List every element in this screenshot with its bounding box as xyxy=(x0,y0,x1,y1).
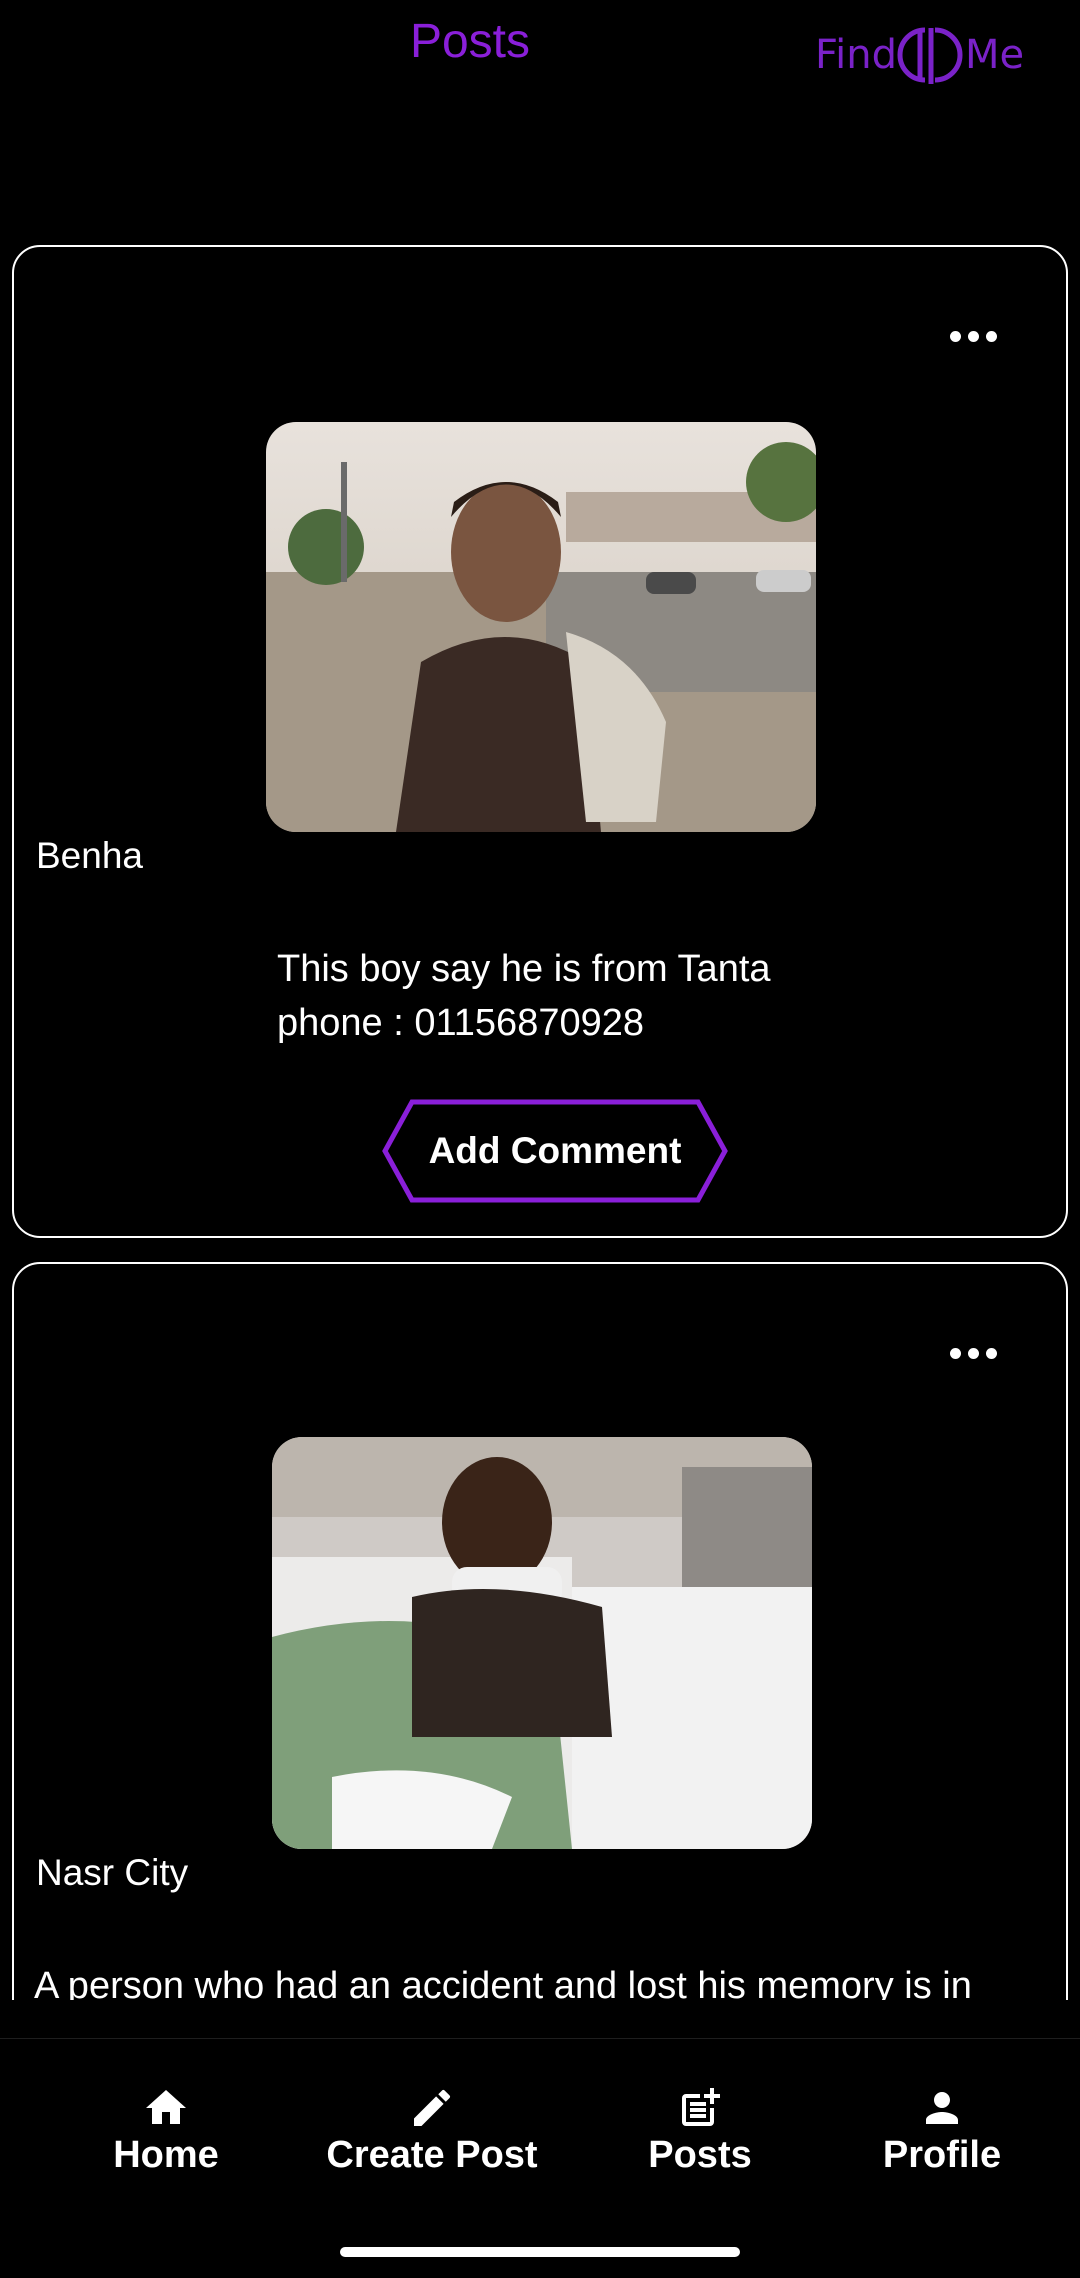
app-bar: Posts Find Me xyxy=(0,0,1080,110)
posts-feed[interactable]: Benha This boy say he is from Tanta phon… xyxy=(0,200,1080,2000)
more-options-icon[interactable] xyxy=(944,317,1004,357)
description-line: This boy say he is from Tanta xyxy=(277,948,771,990)
add-comment-button[interactable]: Add Comment xyxy=(382,1099,728,1203)
post-photo xyxy=(266,422,816,832)
post-location: Benha xyxy=(36,835,143,876)
home-icon xyxy=(146,2090,186,2124)
nav-label: Profile xyxy=(882,2134,1002,2176)
post-card: Nasr City A person who had an accident a… xyxy=(12,1262,1068,2000)
home-indicator[interactable] xyxy=(340,2247,740,2257)
post-description: This boy say he is from Tanta phone : 01… xyxy=(277,942,771,1050)
pencil-icon xyxy=(414,2089,451,2126)
description-line: phone : 01156870928 xyxy=(277,1002,644,1044)
page-title: Posts xyxy=(409,15,531,68)
nav-item-posts[interactable]: Posts xyxy=(640,2084,760,2177)
nav-label: Home xyxy=(113,2134,219,2176)
description-line: A person who had an accident and lost hi… xyxy=(34,1965,972,2000)
svg-text:Me: Me xyxy=(965,32,1024,78)
nav-label: Create Post xyxy=(326,2134,538,2176)
nav-item-home[interactable]: Home xyxy=(104,2084,228,2177)
find-me-logo: Find Me xyxy=(815,27,1024,84)
post-location: Nasr City xyxy=(36,1852,189,1893)
bottom-navigation-bar: Home Create Post Posts Profile xyxy=(0,2038,1080,2278)
post-card: Benha This boy say he is from Tanta phon… xyxy=(12,245,1068,1238)
nav-item-profile[interactable]: Profile xyxy=(878,2084,1006,2177)
post-add-icon xyxy=(682,2088,720,2126)
svg-text:Find: Find xyxy=(815,32,897,78)
post-photo xyxy=(272,1437,812,1849)
add-comment-label: Add Comment xyxy=(428,1130,682,1171)
nav-item-create-post[interactable]: Create Post xyxy=(320,2084,544,2177)
person-icon xyxy=(926,2092,958,2124)
more-options-icon[interactable] xyxy=(944,1334,1004,1374)
post-description: A person who had an accident and lost hi… xyxy=(34,1959,972,2000)
nav-label: Posts xyxy=(648,2134,752,2176)
